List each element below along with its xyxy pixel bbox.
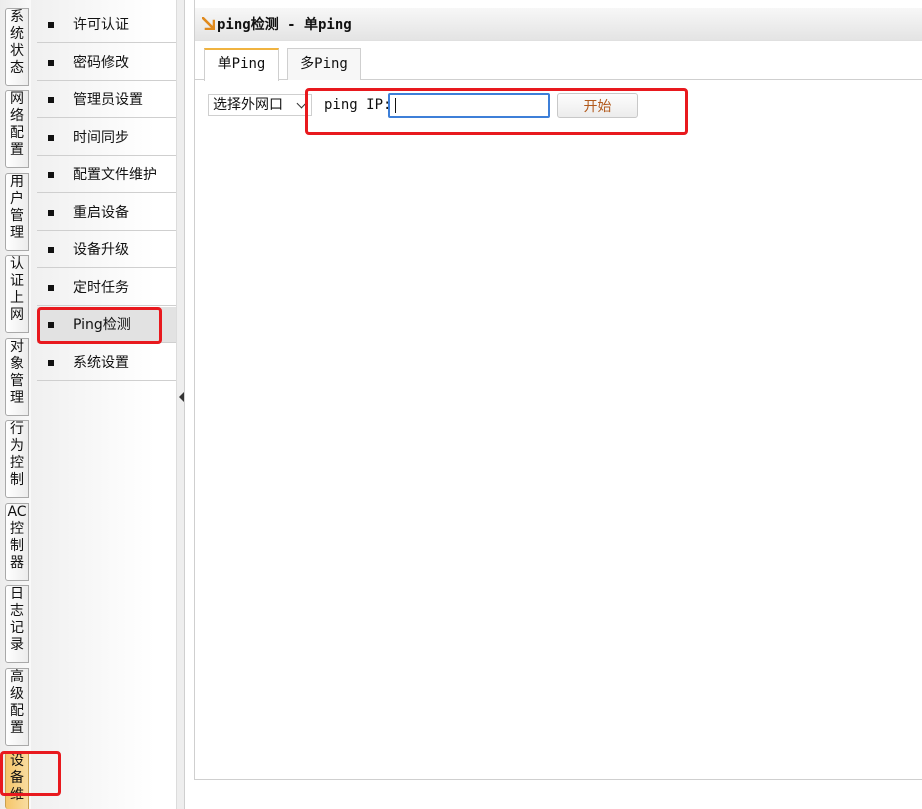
submenu-item-label: 密码修改 — [73, 55, 129, 71]
tab-bar: 单Ping 多Ping — [195, 40, 922, 81]
submenu-item-label: 时间同步 — [73, 130, 129, 146]
bullet-icon — [48, 210, 54, 216]
page-title-bar: ping检测 - 单ping — [195, 8, 922, 41]
category-tab-user-management[interactable]: 用 户 管 理 — [5, 173, 29, 251]
start-button[interactable]: 开始 — [557, 93, 638, 118]
bullet-icon — [48, 247, 54, 253]
submenu-item-label: 许可认证 — [73, 17, 129, 33]
category-tab-ac-controller[interactable]: AC 控 制 器 — [5, 503, 29, 581]
tab-multi-ping[interactable]: 多Ping — [287, 48, 361, 80]
page-title: ping检测 - 单ping — [217, 17, 352, 33]
submenu-item-label: 设备升级 — [73, 242, 129, 258]
submenu-item-label: 系统设置 — [73, 355, 129, 371]
interface-select-value: 选择外网口 — [213, 97, 283, 113]
interface-select[interactable]: 选择外网口 — [208, 94, 312, 116]
category-tab-advanced-config[interactable]: 高 级 配 置 — [5, 668, 29, 746]
category-nav: 系 统 状 态 网 络 配 置 用 户 管 理 认 证 上 网 对 象 管 理 … — [0, 0, 32, 809]
category-tab-system-status[interactable]: 系 统 状 态 — [5, 8, 29, 86]
bullet-icon — [48, 172, 54, 178]
main-panel: ping检测 - 单ping 单Ping 多Ping 选择外网口 ping IP… — [194, 0, 922, 780]
bullet-icon — [48, 97, 54, 103]
category-tab-network-config[interactable]: 网 络 配 置 — [5, 90, 29, 168]
ping-ip-label: ping IP: — [324, 97, 392, 113]
chevron-down-icon — [296, 98, 307, 109]
category-tab-logs[interactable]: 日 志 记 录 — [5, 585, 29, 663]
sidebar-splitter[interactable] — [176, 0, 185, 809]
ping-form: 选择外网口 ping IP: 开始 — [195, 80, 922, 130]
submenu-item-label: 管理员设置 — [73, 92, 143, 108]
submenu-item-label: Ping检测 — [73, 317, 131, 333]
tab-single-ping[interactable]: 单Ping — [204, 48, 279, 81]
category-tab-behavior-control[interactable]: 行 为 控 制 — [5, 420, 29, 498]
submenu-item-time-sync[interactable]: 时间同步 — [37, 120, 176, 156]
category-tab-device-maintenance[interactable]: 设 备 维 — [5, 752, 29, 809]
submenu-item-system-settings[interactable]: 系统设置 — [37, 345, 176, 381]
submenu-item-label: 定时任务 — [73, 280, 129, 296]
bullet-icon — [48, 360, 54, 366]
submenu-item-label: 配置文件维护 — [73, 167, 157, 183]
submenu-item-ping[interactable]: Ping检测 — [37, 307, 176, 343]
bullet-icon — [48, 60, 54, 66]
bullet-icon — [48, 322, 54, 328]
bullet-icon — [48, 135, 54, 141]
collapse-arrow-icon[interactable] — [179, 392, 184, 402]
text-cursor — [395, 98, 396, 113]
submenu-item-upgrade[interactable]: 设备升级 — [37, 232, 176, 268]
submenu-item-label: 重启设备 — [73, 205, 129, 221]
bullet-icon — [48, 285, 54, 291]
submenu-item-config-file[interactable]: 配置文件维护 — [37, 157, 176, 193]
category-tab-object-management[interactable]: 对 象 管 理 — [5, 338, 29, 416]
submenu: 许可认证 密码修改 管理员设置 时间同步 配置文件维护 重启设备 设备升级 定时… — [31, 0, 176, 809]
submenu-item-admin-settings[interactable]: 管理员设置 — [37, 82, 176, 118]
submenu-item-password[interactable]: 密码修改 — [37, 45, 176, 81]
submenu-item-license[interactable]: 许可认证 — [37, 7, 176, 43]
submenu-item-reboot[interactable]: 重启设备 — [37, 195, 176, 231]
bullet-icon — [48, 22, 54, 28]
submenu-item-scheduled-tasks[interactable]: 定时任务 — [37, 270, 176, 306]
arrow-down-right-icon — [202, 17, 215, 30]
ping-ip-input[interactable] — [388, 93, 550, 118]
category-tab-auth-internet[interactable]: 认 证 上 网 — [5, 255, 29, 333]
